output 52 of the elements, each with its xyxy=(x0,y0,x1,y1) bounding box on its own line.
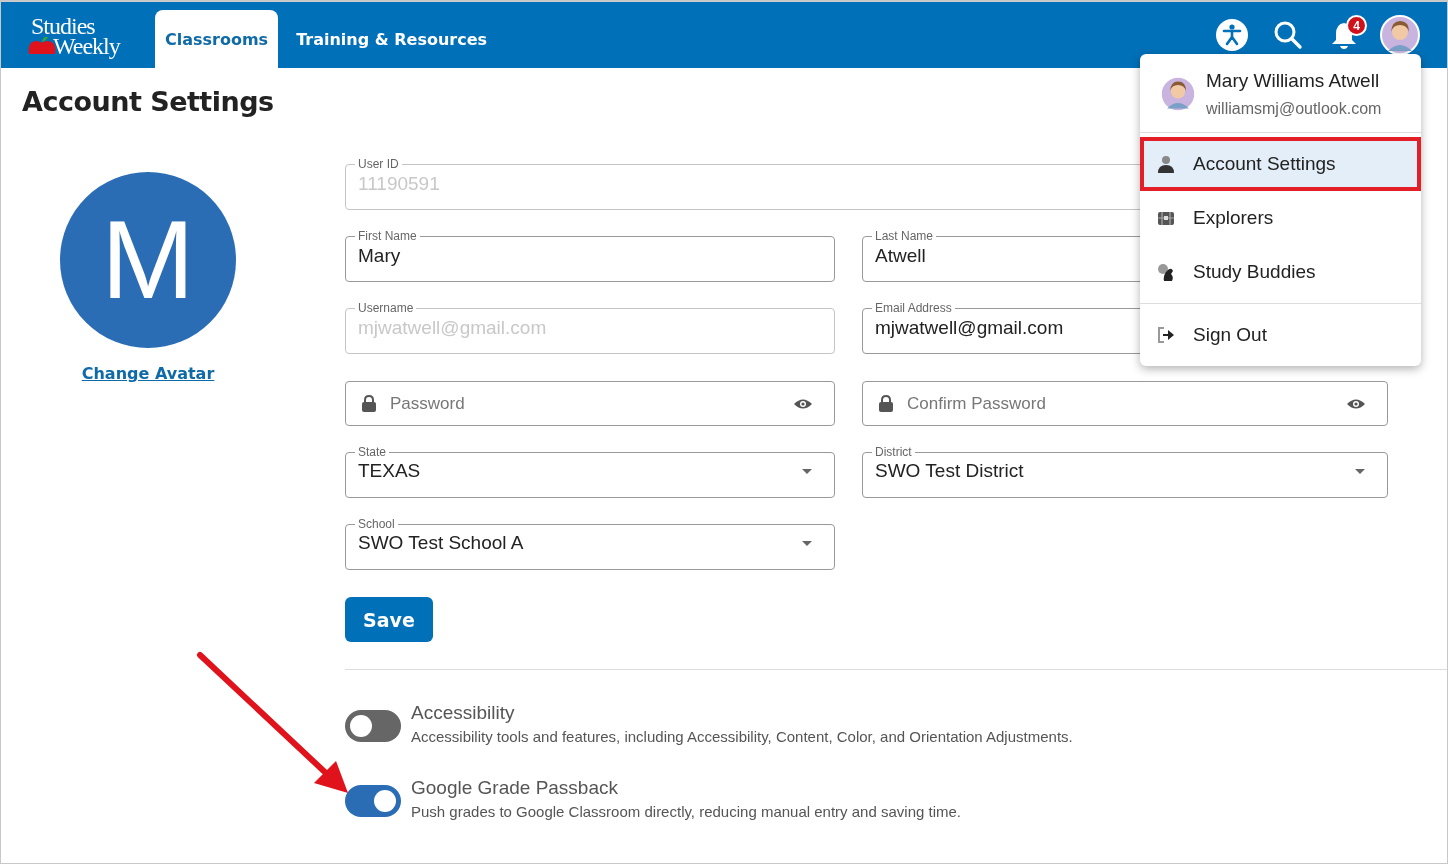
page-title: Account Settings xyxy=(22,86,274,117)
password-field[interactable]: Password xyxy=(345,381,835,426)
lock-icon xyxy=(879,395,893,412)
search-icon xyxy=(1273,20,1303,50)
avatar-letter: M xyxy=(60,172,236,348)
caret-icon xyxy=(1355,468,1365,474)
user-name: Mary Williams Atwell xyxy=(1206,70,1381,92)
toggle-description: Push grades to Google Classroom directly, reducing manual entry and saving time. xyxy=(411,803,961,820)
profile-avatar[interactable] xyxy=(1379,14,1421,56)
person-icon xyxy=(1157,155,1175,173)
select-value: SWO Test District xyxy=(875,460,1024,482)
caret-icon xyxy=(802,540,812,546)
menu-item[interactable]: Study Buddies xyxy=(1140,245,1421,299)
toggle-title: Accessibility xyxy=(411,702,516,724)
menu-item[interactable]: Account Settings xyxy=(1140,137,1421,191)
field-label: Email Address xyxy=(874,301,953,315)
caret-icon xyxy=(802,468,812,474)
change-avatar-link[interactable]: Change Avatar xyxy=(81,364,215,383)
nav-tab[interactable]: Classrooms xyxy=(155,10,279,68)
field-label: Username xyxy=(357,301,415,315)
field-label: User ID xyxy=(357,157,400,171)
field-label: Last Name xyxy=(874,229,935,243)
buddies-icon xyxy=(1157,263,1175,281)
toggle-switch[interactable] xyxy=(345,785,401,817)
notification-badge: 4 xyxy=(1346,15,1367,36)
select-field[interactable]: State TEXAS xyxy=(345,445,835,498)
select-value: TEXAS xyxy=(358,460,421,482)
field-label: School xyxy=(357,517,396,531)
eye-icon xyxy=(1347,397,1365,410)
text-field[interactable]: First Name Mary xyxy=(345,229,835,282)
toggle-description: Accessibility tools and features, including Accessibility, Content, Color, and Orientation Adjustments. xyxy=(411,728,1073,745)
user-email: williamsmj@outlook.com xyxy=(1206,100,1382,118)
logo-text: Studies xyxy=(31,16,95,36)
lock-icon xyxy=(362,395,376,412)
save-button[interactable]: Save xyxy=(345,597,433,642)
menu-item[interactable]: Explorers xyxy=(1140,191,1421,245)
toggle-title: Google Grade Passback xyxy=(411,777,619,799)
eye-icon xyxy=(794,397,812,410)
avatar-figure-icon xyxy=(1160,76,1196,112)
chest-icon xyxy=(1157,209,1175,227)
select-field[interactable]: School SWO Test School A xyxy=(345,517,835,570)
field-label: State xyxy=(357,445,388,459)
nav-tab[interactable]: Training & Resources xyxy=(286,10,498,68)
field-label: First Name xyxy=(357,229,418,243)
select-field[interactable]: District SWO Test District xyxy=(862,445,1388,498)
password-field[interactable]: Confirm Password xyxy=(862,381,1388,426)
field-label: District xyxy=(874,445,913,459)
sign-out-icon xyxy=(1157,326,1175,344)
menu-item[interactable]: Sign Out xyxy=(1140,308,1421,362)
accessibility-icon xyxy=(1216,19,1248,51)
select-value: SWO Test School A xyxy=(358,532,524,554)
toggle-switch[interactable] xyxy=(345,710,401,742)
